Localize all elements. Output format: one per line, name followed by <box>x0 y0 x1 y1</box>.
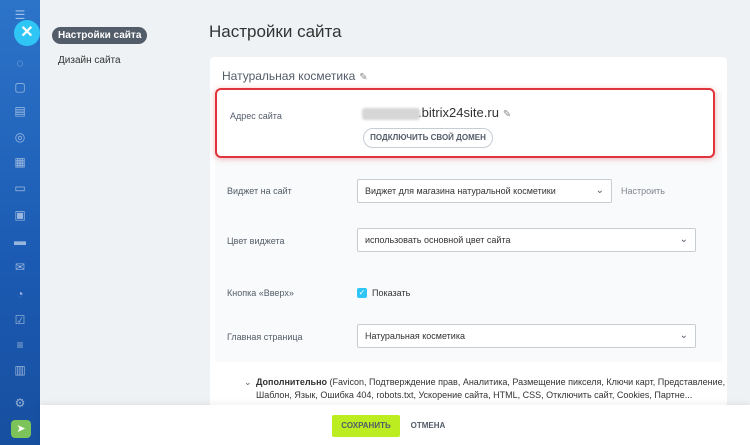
settings-slider: Настройки сайта Дизайн сайта Настройки с… <box>40 0 750 445</box>
close-button[interactable]: ✕ <box>14 20 40 46</box>
advanced-items: (Favicon, Подтверждение прав, Аналитика,… <box>256 377 726 400</box>
feed-icon[interactable]: ▢ <box>13 80 27 94</box>
widget-color-select[interactable]: использовать основной цвет сайта ⌄ <box>357 228 696 252</box>
main-content: Настройки сайта Натуральная косметика ✎ В… <box>190 0 750 445</box>
home-page-value: Натуральная косметика <box>365 331 465 341</box>
chevron-down-icon: ⌄ <box>595 185 604 196</box>
approvals-icon[interactable]: ☑ <box>13 313 27 327</box>
nav-item-site-design[interactable]: Дизайн сайта <box>52 52 127 69</box>
site-address-highlight: Адрес сайта .bitrix24site.ru ✎ ПОДКЛЮЧИТЬ… <box>215 88 715 158</box>
tasks-icon[interactable]: ▤ <box>13 104 27 118</box>
sites-icon[interactable]: ▣ <box>13 208 27 222</box>
chevron-down-icon: ⌄ <box>244 377 252 387</box>
edit-address-icon[interactable]: ✎ <box>503 109 511 120</box>
up-button-label: Кнопка «Вверх» <box>227 288 294 298</box>
left-rail: ☰ ◌ ▢ ▤ ◎ ▦ ▭ ▣ ▬ ✉ ◔ ☑ ≡ ▥ ⚙ ➤ <box>0 0 40 445</box>
docs-icon[interactable]: ▭ <box>13 181 27 195</box>
address-value: .bitrix24site.ru ✎ <box>362 105 511 120</box>
calendar-icon[interactable]: ▦ <box>13 155 27 169</box>
footer-bar: СОХРАНИТЬ ОТМЕНА <box>40 405 750 445</box>
show-checkbox[interactable]: ✓ <box>357 288 367 298</box>
show-checkbox-label[interactable]: Показать <box>372 288 410 298</box>
mail-icon[interactable]: ✉ <box>13 260 27 274</box>
chat-icon[interactable]: ◌ <box>13 56 27 70</box>
crm-icon[interactable]: ◎ <box>13 130 27 144</box>
configure-link[interactable]: Настроить <box>621 186 665 196</box>
home-page-select[interactable]: Натуральная косметика ⌄ <box>357 324 696 348</box>
site-name: Натуральная косметика <box>222 69 356 83</box>
save-button[interactable]: СОХРАНИТЬ <box>332 415 400 437</box>
settings-nav: Настройки сайта Дизайн сайта <box>40 0 190 445</box>
cancel-button[interactable]: ОТМЕНА <box>408 415 448 437</box>
widget-select-value: Виджет для магазина натуральной косметик… <box>365 186 556 196</box>
page-title: Настройки сайта <box>209 22 342 41</box>
card-title: Натуральная косметика ✎ <box>222 69 368 83</box>
widget-select[interactable]: Виджет для магазина натуральной косметик… <box>357 179 612 203</box>
automation-icon[interactable]: ≡ <box>13 338 27 352</box>
contacts-icon[interactable]: ◔ <box>13 287 27 301</box>
blurred-subdomain <box>362 107 420 120</box>
widget-color-label: Цвет виджета <box>227 236 285 246</box>
chevron-down-icon: ⌄ <box>679 234 688 245</box>
edit-name-icon[interactable]: ✎ <box>359 72 367 83</box>
chevron-down-icon: ⌄ <box>679 330 688 341</box>
widget-label: Виджет на сайт <box>227 186 292 196</box>
settings-icon[interactable]: ⚙ <box>13 396 27 410</box>
store-icon[interactable]: ▬ <box>13 234 27 248</box>
advanced-section[interactable]: ⌄ Дополнительно (Favicon, Подтверждение … <box>244 376 736 402</box>
address-label: Адрес сайта <box>230 111 282 121</box>
nav-item-site-settings[interactable]: Настройки сайта <box>52 27 148 44</box>
widget-color-value: использовать основной цвет сайта <box>365 235 511 245</box>
reports-icon[interactable]: ▥ <box>13 363 27 377</box>
connect-domain-button[interactable]: ПОДКЛЮЧИТЬ СВОЙ ДОМЕН <box>363 128 493 148</box>
advanced-title: Дополнительно <box>256 377 328 387</box>
address-domain: .bitrix24site.ru <box>418 105 499 120</box>
send-icon[interactable]: ➤ <box>11 420 31 438</box>
home-page-label: Главная страница <box>227 332 303 342</box>
